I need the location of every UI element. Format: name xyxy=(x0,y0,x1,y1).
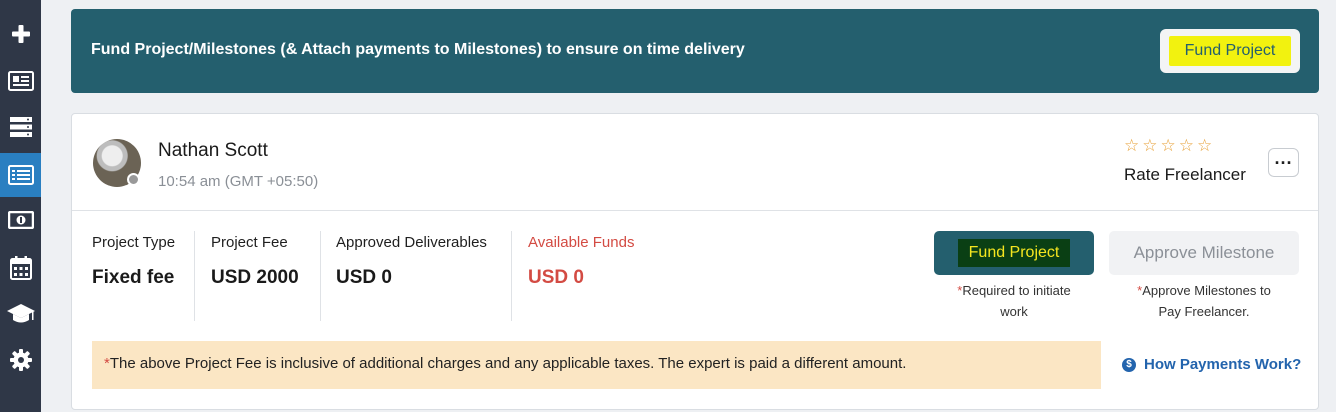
disclaimer-text: The above Project Fee is inclusive of ad… xyxy=(109,355,907,372)
sidebar-item-settings[interactable] xyxy=(0,338,41,382)
card-header: Nathan Scott 10:54 am (GMT +05:50) ☆☆☆☆☆… xyxy=(72,114,1318,211)
approve-note-line1: Approve Milestones to xyxy=(1142,283,1271,298)
newspaper-icon xyxy=(7,71,34,91)
server-icon xyxy=(9,117,32,137)
project-card: Nathan Scott 10:54 am (GMT +05:50) ☆☆☆☆☆… xyxy=(71,113,1319,410)
graduation-cap-icon xyxy=(6,304,35,323)
money-icon xyxy=(7,211,34,229)
fund-note-line2: work xyxy=(1000,304,1028,319)
gear-icon xyxy=(9,349,32,371)
sidebar-item-add[interactable] xyxy=(0,12,41,56)
rating-stars[interactable]: ☆☆☆☆☆ xyxy=(1124,136,1215,156)
approved-deliverables-stat: Approved Deliverables USD 0 xyxy=(336,234,487,289)
list-icon xyxy=(7,165,34,185)
divider xyxy=(320,231,321,321)
fund-note-line1: Required to initiate xyxy=(962,283,1071,298)
how-payments-work-label: How Payments Work? xyxy=(1144,356,1302,373)
how-payments-work-link[interactable]: $ How Payments Work? xyxy=(1122,356,1301,373)
calendar-icon xyxy=(9,256,32,280)
status-dot xyxy=(127,173,140,186)
divider xyxy=(511,231,512,321)
project-type-label: Project Type xyxy=(92,234,176,251)
sidebar xyxy=(0,0,41,412)
project-type-value: Fixed fee xyxy=(92,267,175,288)
banner-text: Fund Project/Milestones (& Attach paymen… xyxy=(91,41,745,58)
divider xyxy=(194,231,195,321)
approve-milestone-button[interactable]: Approve Milestone xyxy=(1109,231,1299,275)
fund-banner: Fund Project/Milestones (& Attach paymen… xyxy=(71,9,1319,93)
more-options-button[interactable]: ··· xyxy=(1268,148,1299,177)
fee-disclaimer: *The above Project Fee is inclusive of a… xyxy=(92,341,1101,389)
banner-fund-project-label: Fund Project xyxy=(1168,36,1292,66)
local-time: 10:54 am (GMT +05:50) xyxy=(158,173,319,190)
sidebar-item-calendar[interactable] xyxy=(0,246,41,290)
sidebar-item-news[interactable] xyxy=(0,59,41,103)
sidebar-item-servers[interactable] xyxy=(0,105,41,149)
project-fee-label: Project Fee xyxy=(211,234,288,251)
approve-note-line2: Pay Freelancer. xyxy=(1158,304,1250,319)
plus-icon xyxy=(11,25,30,43)
approved-deliverables-label: Approved Deliverables xyxy=(336,234,487,251)
fund-project-label: Fund Project xyxy=(957,239,1071,267)
project-fee-stat: Project Fee USD 2000 xyxy=(211,234,299,289)
available-funds-value: USD 0 xyxy=(528,267,584,288)
rate-freelancer-label[interactable]: Rate Freelancer xyxy=(1124,165,1246,185)
approved-deliverables-value: USD 0 xyxy=(336,267,392,288)
freelancer-name[interactable]: Nathan Scott xyxy=(158,140,268,162)
fund-project-note: *Required to initiate work xyxy=(934,280,1094,322)
project-fee-value: USD 2000 xyxy=(211,267,299,288)
fund-project-button[interactable]: Fund Project xyxy=(934,231,1094,275)
project-type-stat: Project Type Fixed fee xyxy=(92,234,175,289)
available-funds-stat: Available Funds USD 0 xyxy=(528,234,634,289)
sidebar-item-learning[interactable] xyxy=(0,292,41,336)
available-funds-label: Available Funds xyxy=(528,234,635,251)
sidebar-item-payments[interactable] xyxy=(0,198,41,242)
banner-fund-project-button[interactable]: Fund Project xyxy=(1160,29,1300,73)
sidebar-item-projects[interactable] xyxy=(0,153,41,197)
dollar-circle-icon: $ xyxy=(1122,357,1136,372)
approve-milestone-note: *Approve Milestones to Pay Freelancer. xyxy=(1109,280,1299,322)
